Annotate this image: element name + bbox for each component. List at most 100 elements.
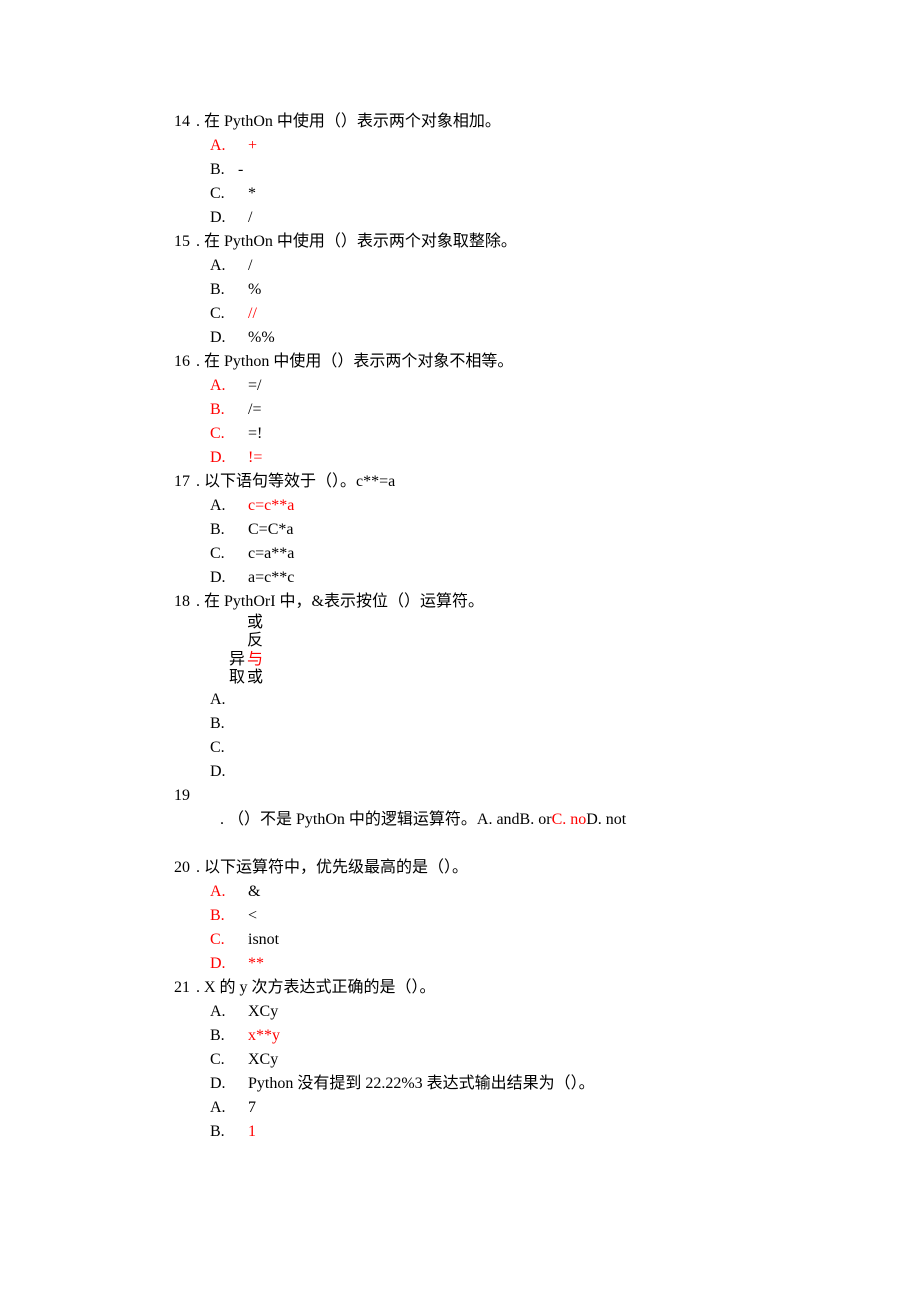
option-row: D. / [210,206,830,230]
option-label: D. [210,1072,238,1096]
q15-number: 15 [150,230,190,254]
q14-number: 14 [150,110,190,134]
option-label: C. [210,1048,238,1072]
q14-text: . 在 PythOn 中使用（）表示两个对象相加。 [196,110,501,134]
q18-label-b: B. [210,712,830,736]
q19-text-a: . （）不是 PythOn 中的逻辑运算符。A. andB. or [220,811,552,828]
option-label: A. [210,134,238,158]
q17-options: A.c=c**aB.C=C*aC.c=a**aD.a=c**c [210,494,830,590]
option-row: C.c=a**a [210,542,830,566]
option-row: B.- [210,158,830,182]
option-row: B.1 [210,1120,830,1144]
q18-number: 18 [150,590,190,614]
option-row: D. ** [210,952,830,976]
option-text: ** [248,952,264,976]
question-19: 19 . （）不是 PythOn 中的逻辑运算符。A. andB. orC. n… [150,784,830,856]
option-text: != [248,446,262,470]
option-row: A.+ [210,134,830,158]
option-text: / [248,254,252,278]
q20-options: A.&B. < C. isnot D. ** [210,880,830,976]
q14-options: A.+B.-C.*D. / [210,134,830,230]
q18-stack-r1c1 [228,614,246,632]
option-label: C. [210,422,238,446]
q18-stack-r4c1: 取 [228,669,246,687]
question-18: 18 . 在 PythOrI 中，&表示按位（）运算符。 [150,590,830,614]
option-label: C. [210,542,238,566]
option-row: A.c=c**a [210,494,830,518]
option-row: A. =/ [210,374,830,398]
option-label: D. [210,952,238,976]
q18-label-c: C. [210,736,830,760]
option-text: =/ [248,374,261,398]
option-row: B.% [210,278,830,302]
option-label: B. [210,518,238,542]
q21-number: 21 [150,976,190,1000]
option-row: A.& [210,880,830,904]
q17-text: . 以下语句等效于（）。c**=a [196,470,395,494]
q18-stack-r3c1: 异 [228,651,246,669]
option-label: C. [210,302,238,326]
option-row: A.7 [210,1096,830,1120]
option-label: B. [210,1024,238,1048]
option-label: D. [210,326,238,350]
option-row: C.* [210,182,830,206]
option-text: / [248,206,252,230]
option-row: C. XCy [210,1048,830,1072]
q16-text: . 在 Python 中使用（）表示两个对象不相等。 [196,350,513,374]
option-row: D.!= [210,446,830,470]
option-row: A. / [210,254,830,278]
option-text: & [248,880,260,904]
q18-label-b-text: B. [210,712,238,736]
option-text: isnot [248,928,279,952]
document-body: 14 . 在 PythOn 中使用（）表示两个对象相加。 A.+B.-C.*D.… [150,110,830,1144]
q16-number: 16 [150,350,190,374]
q18-stack-r2c1 [228,632,246,650]
q18-label-d-text: D. [210,760,238,784]
question-16: 16 . 在 Python 中使用（）表示两个对象不相等。 [150,350,830,374]
q18-label-d: D. [210,760,830,784]
option-text: < [248,904,257,928]
option-row: C.=! [210,422,830,446]
q18-stack-row1: 或 [228,614,830,632]
option-row: B.C=C*a [210,518,830,542]
option-row: A.XCy [210,1000,830,1024]
q19-text-c: D. not [586,811,626,828]
q18-text: . 在 PythOrI 中，&表示按位（）运算符。 [196,590,484,614]
q18-stack-row2: 反 [228,632,830,650]
q19-text: . （）不是 PythOn 中的逻辑运算符。A. andB. orC. noD.… [196,784,626,856]
option-text: a=c**c [248,566,294,590]
option-text: // [248,302,257,326]
q18-stack: 或 反 异 与 取 或 [228,614,830,688]
option-label: B. [210,904,238,928]
option-text: %% [248,326,275,350]
q18-label-a-text: A. [210,688,238,712]
option-text: c=c**a [248,494,294,518]
q20-number: 20 [150,856,190,880]
q15-options: A./B.%C.//D.%% [210,254,830,350]
option-label: A. [210,254,238,278]
question-15: 15 . 在 PythOn 中使用（）表示两个对象取整除。 [150,230,830,254]
question-17: 17 . 以下语句等效于（）。c**=a [150,470,830,494]
option-row: D.%% [210,326,830,350]
option-text: XCy [248,1048,278,1072]
q16-options: A. =/B./=C.=!D.!= [210,374,830,470]
q19-text-b: C. no [552,811,587,828]
option-text: 7 [248,1096,256,1120]
q18-stack-r3c2: 与 [246,651,264,669]
option-label: B. [210,398,238,422]
option-text: XCy [248,1000,278,1024]
option-label: C. [210,928,238,952]
q18-labels: A. B. C. D. [210,688,830,784]
q21-text: . X 的 y 次方表达式正确的是（）。 [196,976,436,1000]
option-label: D. [210,206,238,230]
option-label: B. [210,278,238,302]
option-row: B./= [210,398,830,422]
option-label: A. [210,374,238,398]
option-row: D.a=c**c [210,566,830,590]
option-text: 1 [248,1120,256,1144]
option-text: x**y [248,1024,280,1048]
option-row: B. < [210,904,830,928]
q18-stack-r2c2: 反 [246,632,264,650]
q18-label-a: A. [210,688,830,712]
q18-stack-r1c2: 或 [246,614,264,632]
